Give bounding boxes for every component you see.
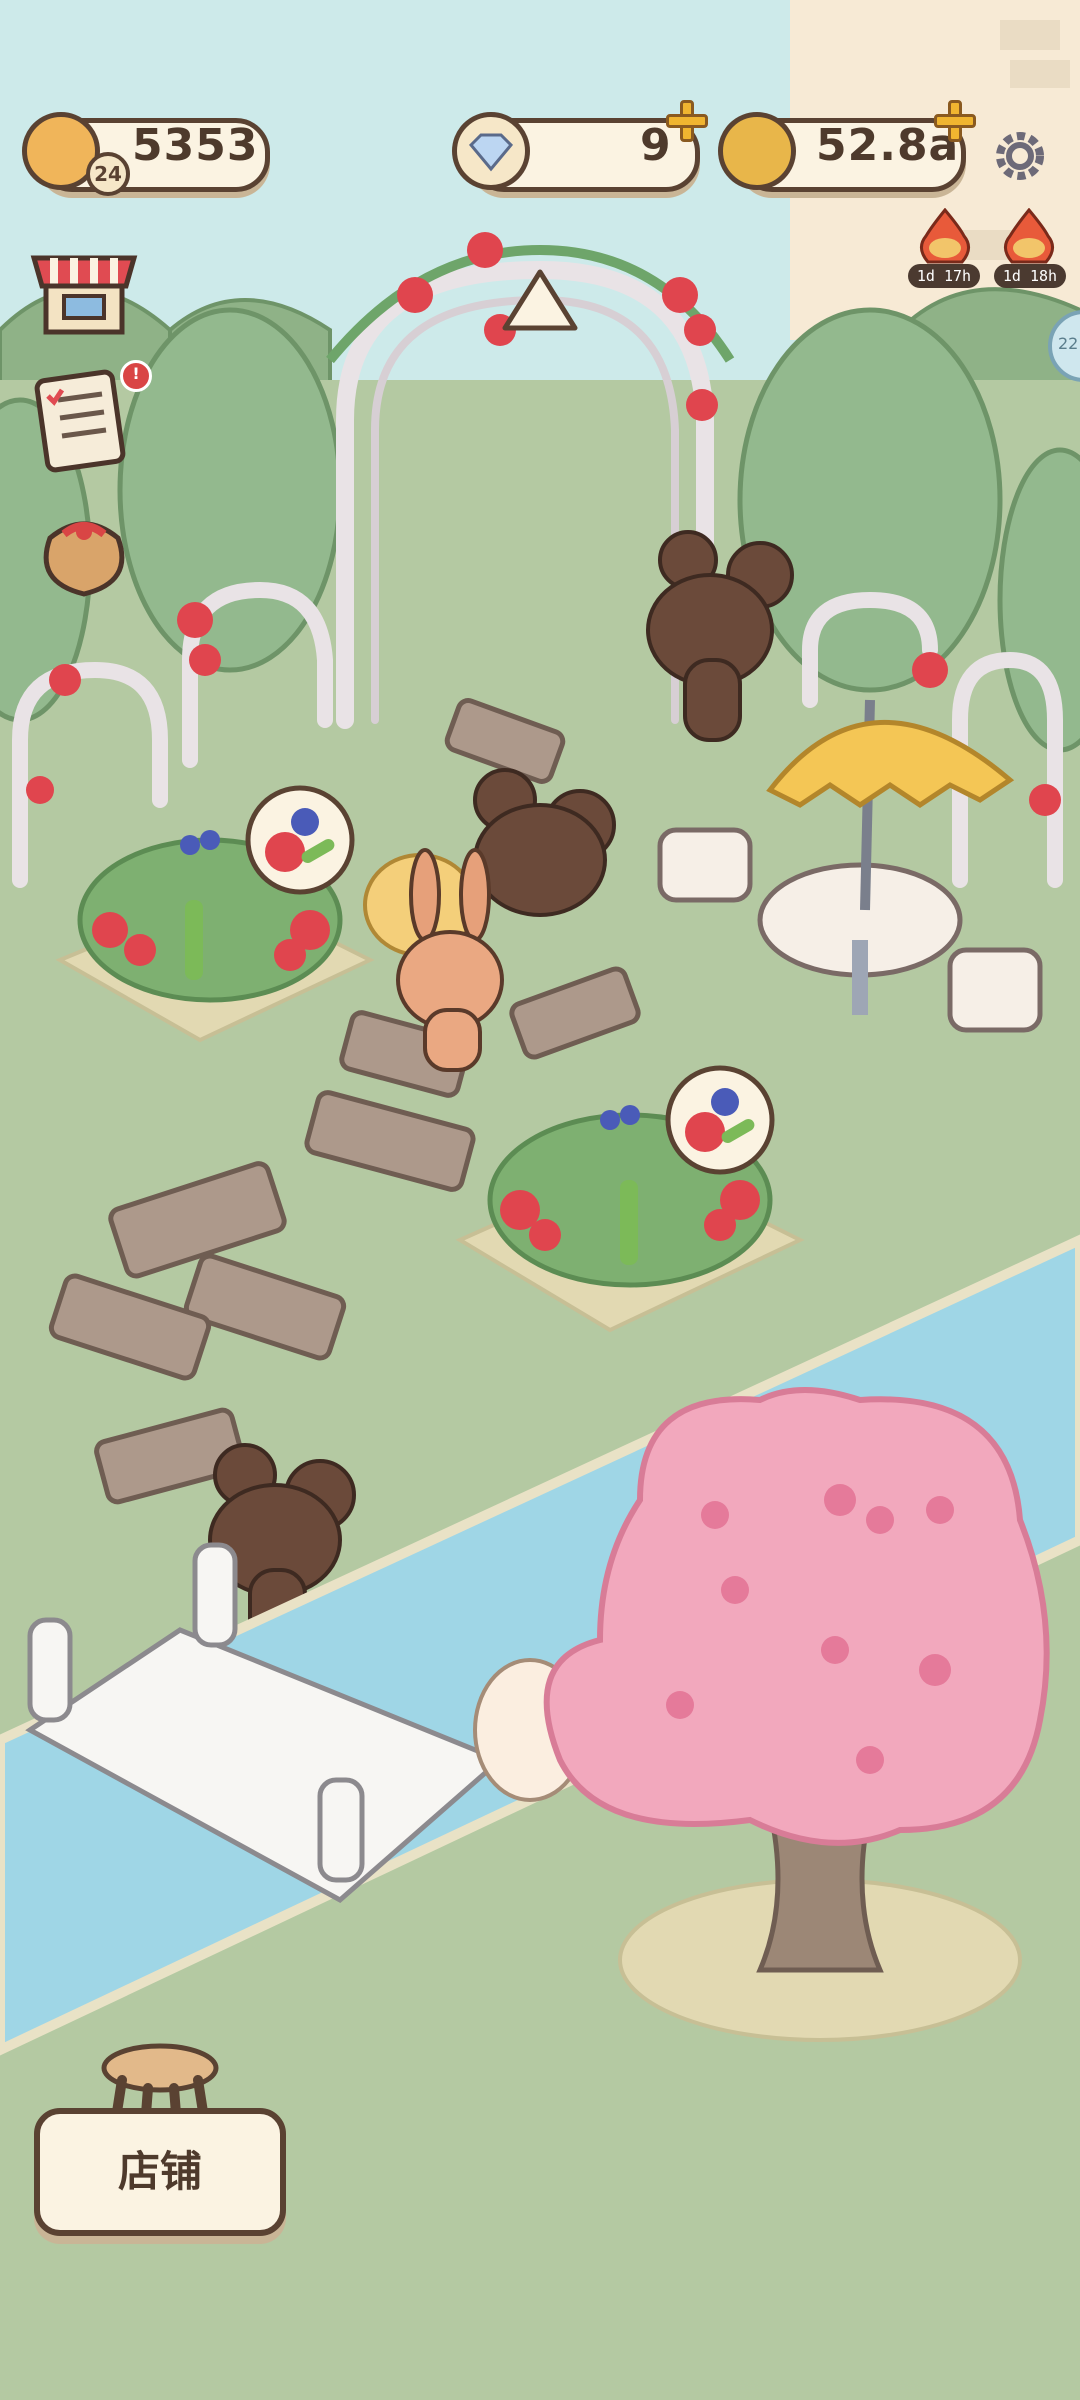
event-timer-2: 1d 18h bbox=[994, 264, 1066, 288]
event-timer-1: 1d 17h bbox=[908, 264, 980, 288]
add-gold-plus-icon[interactable] bbox=[934, 100, 976, 142]
gift-bag-button[interactable] bbox=[24, 490, 144, 610]
shop-button[interactable]: 店铺 bbox=[34, 2108, 286, 2236]
harvest-bubble-left[interactable] bbox=[245, 785, 355, 895]
add-gems-plus-icon[interactable] bbox=[666, 100, 708, 142]
coin-value: 5353 bbox=[132, 120, 259, 171]
shop-stall-icon bbox=[30, 255, 138, 335]
task-alert-badge: ! bbox=[120, 360, 152, 392]
fire-bread-icon[interactable] bbox=[912, 207, 978, 268]
fire-bread-icon[interactable] bbox=[996, 207, 1062, 268]
shop-stall-button[interactable] bbox=[24, 228, 144, 348]
gift-bag-icon bbox=[43, 521, 125, 597]
diamond-icon bbox=[452, 112, 530, 190]
harvest-bubble-right[interactable] bbox=[665, 1065, 775, 1175]
player-level-badge: 24 bbox=[86, 152, 130, 196]
gold-coin-icon bbox=[718, 112, 796, 190]
gear-icon[interactable] bbox=[990, 126, 1050, 186]
